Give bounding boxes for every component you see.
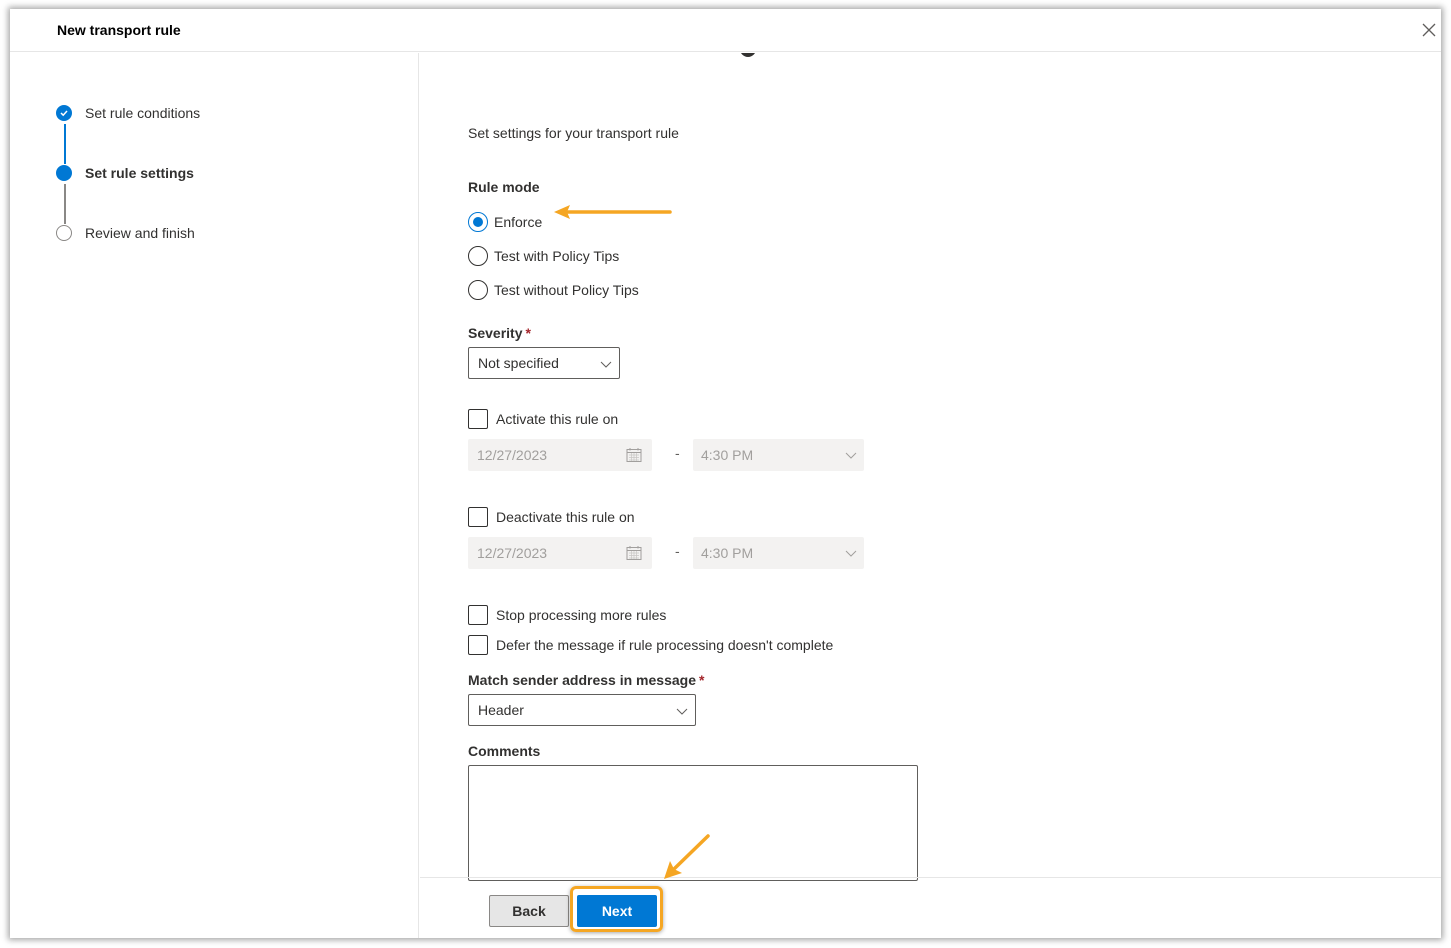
settings-form: Set settings for your transport rule Rul… — [420, 53, 1441, 886]
checkbox[interactable] — [468, 409, 488, 429]
deactivate-time-dropdown[interactable]: 4:30 PM — [693, 537, 864, 569]
scrolled-title-fragment — [740, 53, 756, 57]
radio-label: Test with Policy Tips — [494, 248, 620, 264]
checkbox-label: Activate this rule on — [496, 411, 619, 427]
radio-button[interactable] — [468, 246, 488, 266]
back-button[interactable]: Back — [489, 895, 569, 927]
deactivate-time-value: 4:30 PM — [701, 545, 754, 561]
radio-enforce[interactable]: Enforce — [468, 212, 542, 232]
radio-label: Test without Policy Tips — [494, 282, 639, 298]
rule-mode-label: Rule mode — [468, 179, 540, 195]
form-subtitle: Set settings for your transport rule — [468, 125, 679, 141]
chevron-down-icon — [845, 452, 857, 459]
defer-message-checkbox[interactable]: Defer the message if rule processing doe… — [468, 635, 833, 655]
step-label: Set rule settings — [85, 165, 194, 181]
next-button[interactable]: Next — [577, 895, 657, 927]
match-sender-value: Header — [478, 702, 524, 718]
severity-label-text: Severity — [468, 325, 523, 341]
step-label: Review and finish — [85, 225, 195, 241]
step-set-rule-conditions[interactable]: Set rule conditions — [56, 105, 200, 121]
deactivate-date-value: 12/27/2023 — [477, 545, 548, 561]
panel-header: New transport rule — [10, 9, 1441, 52]
radio-test-without-policy-tips[interactable]: Test without Policy Tips — [468, 280, 639, 300]
step-connector — [64, 184, 66, 224]
calendar-icon — [626, 546, 642, 560]
chevron-down-icon — [845, 550, 857, 557]
radio-button[interactable] — [468, 212, 488, 232]
required-asterisk: * — [525, 325, 531, 341]
deactivate-date-picker[interactable]: 12/27/2023 — [468, 537, 652, 569]
checkbox-label: Deactivate this rule on — [496, 509, 635, 525]
match-sender-label: Match sender address in message * — [468, 672, 704, 688]
chevron-down-icon — [600, 361, 612, 368]
comments-label: Comments — [468, 743, 541, 759]
match-sender-dropdown[interactable]: Header — [468, 694, 696, 726]
severity-label: Severity * — [468, 325, 531, 341]
transport-rule-panel: New transport rule Set rule conditions S… — [10, 9, 1441, 938]
chevron-down-icon — [676, 708, 688, 715]
stop-processing-checkbox[interactable]: Stop processing more rules — [468, 605, 666, 625]
close-icon — [1422, 23, 1436, 37]
checkbox-label: Defer the message if rule processing doe… — [496, 637, 834, 653]
close-button[interactable] — [1421, 22, 1437, 38]
activate-date-value: 12/27/2023 — [477, 447, 548, 463]
panel-footer: Back Next — [420, 877, 1441, 938]
deactivate-rule-checkbox[interactable]: Deactivate this rule on — [468, 507, 635, 527]
checkbox-label: Stop processing more rules — [496, 607, 667, 623]
pending-step-icon — [56, 225, 72, 241]
step-connector — [64, 124, 66, 164]
required-asterisk: * — [699, 672, 705, 688]
step-label: Set rule conditions — [85, 105, 201, 121]
severity-value: Not specified — [478, 355, 559, 371]
current-step-icon — [56, 165, 72, 181]
checkbox[interactable] — [468, 507, 488, 527]
activate-time-dropdown[interactable]: 4:30 PM — [693, 439, 864, 471]
wizard-steps: Set rule conditions Set rule settings Re… — [10, 53, 419, 938]
radio-label: Enforce — [494, 214, 543, 230]
severity-dropdown[interactable]: Not specified — [468, 347, 620, 379]
activate-time-value: 4:30 PM — [701, 447, 754, 463]
activate-rule-checkbox[interactable]: Activate this rule on — [468, 409, 618, 429]
step-set-rule-settings[interactable]: Set rule settings — [56, 165, 194, 181]
calendar-icon — [626, 448, 642, 462]
checkbox[interactable] — [468, 605, 488, 625]
checkbox[interactable] — [468, 635, 488, 655]
radio-test-with-policy-tips[interactable]: Test with Policy Tips — [468, 246, 619, 266]
date-time-separator: - — [675, 543, 680, 559]
match-sender-label-text: Match sender address in message — [468, 672, 696, 688]
date-time-separator: - — [675, 445, 680, 461]
activate-date-picker[interactable]: 12/27/2023 — [468, 439, 652, 471]
check-circle-icon — [56, 105, 72, 121]
comments-textarea[interactable] — [468, 765, 918, 881]
step-review-and-finish[interactable]: Review and finish — [56, 225, 195, 241]
radio-button[interactable] — [468, 280, 488, 300]
panel-title: New transport rule — [57, 22, 181, 38]
